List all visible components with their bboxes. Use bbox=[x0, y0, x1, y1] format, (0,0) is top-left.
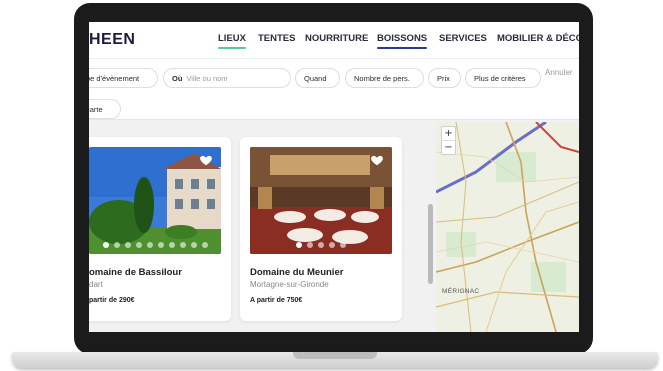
carousel-dot[interactable] bbox=[157, 242, 164, 248]
nav-item-boissons[interactable]: BOISSONS bbox=[377, 33, 428, 49]
map-toggle-button[interactable]: carte bbox=[89, 99, 121, 119]
carousel-dot[interactable] bbox=[201, 242, 208, 248]
carousel-dot[interactable] bbox=[102, 242, 109, 248]
carousel-dot[interactable] bbox=[307, 242, 313, 248]
map-place-label: MÉRIGNAC bbox=[442, 288, 480, 295]
results-scrollbar-thumb[interactable] bbox=[428, 204, 433, 284]
results-map[interactable]: + − MÉRIGNAC bbox=[436, 122, 579, 332]
laptop-notch bbox=[293, 352, 377, 359]
carousel-dot[interactable] bbox=[135, 242, 142, 248]
nav-item-services[interactable]: SERVICES bbox=[439, 33, 487, 44]
venue-price: partir de 290€ bbox=[89, 297, 135, 304]
price-filter[interactable]: Prix bbox=[428, 68, 461, 88]
nav-item-nourriture[interactable]: NOURRITURE bbox=[305, 33, 368, 44]
map-tiles bbox=[436, 122, 579, 332]
venue-title[interactable]: Domaine du Meunier bbox=[250, 267, 343, 278]
favorite-heart-icon[interactable] bbox=[370, 153, 384, 167]
carousel-dot[interactable] bbox=[190, 242, 197, 248]
carousel-dot[interactable] bbox=[113, 242, 120, 248]
event-type-filter[interactable]: pe d'évènement bbox=[89, 68, 158, 88]
nav-item-mobilier-deco[interactable]: MOBILIER & DÉCO bbox=[497, 33, 579, 44]
venue-photo[interactable] bbox=[250, 147, 392, 254]
venue-location: Mortagne-sur-Gironde bbox=[250, 280, 329, 289]
venue-card[interactable]: omaine de Bassilour dart partir de 290€ bbox=[89, 137, 231, 321]
photo-carousel-dots bbox=[89, 242, 221, 248]
nav-item-lieux[interactable]: LIEUX bbox=[218, 33, 246, 49]
carousel-dot[interactable] bbox=[124, 242, 131, 248]
guests-filter[interactable]: Nombre de pers. bbox=[345, 68, 424, 88]
venue-photo[interactable] bbox=[89, 147, 221, 254]
favorite-heart-icon[interactable] bbox=[199, 153, 213, 167]
cancel-filters-link[interactable]: Annuler bbox=[545, 68, 573, 77]
map-zoom-control: + − bbox=[441, 126, 456, 155]
carousel-dot[interactable] bbox=[340, 242, 346, 248]
nav-active-underline bbox=[377, 47, 428, 49]
venue-card[interactable]: Domaine du Meunier Mortagne-sur-Gironde … bbox=[240, 137, 402, 321]
site-logo[interactable]: HEEN bbox=[89, 31, 135, 49]
carousel-dot[interactable] bbox=[329, 242, 335, 248]
more-criteria-button[interactable]: Plus de critères bbox=[465, 68, 541, 88]
location-search-input[interactable]: Où Ville ou nom bbox=[163, 68, 291, 88]
date-filter[interactable]: Quand bbox=[295, 68, 340, 88]
venue-price: A partir de 750€ bbox=[250, 297, 303, 304]
venue-location: dart bbox=[89, 280, 103, 289]
site-header: HEEN LIEUX TENTES NOURRITURE BOISSONS SE… bbox=[89, 22, 579, 59]
venue-title[interactable]: omaine de Bassilour bbox=[89, 267, 182, 278]
browser-screen: HEEN LIEUX TENTES NOURRITURE BOISSONS SE… bbox=[89, 22, 579, 332]
filter-bar: pe d'évènement Où Ville ou nom Quand Nomb… bbox=[89, 59, 579, 120]
carousel-dot[interactable] bbox=[146, 242, 153, 248]
zoom-in-button[interactable]: + bbox=[442, 127, 455, 141]
carousel-dot[interactable] bbox=[318, 242, 324, 248]
nav-item-tentes[interactable]: TENTES bbox=[258, 33, 295, 44]
carousel-dot[interactable] bbox=[296, 242, 302, 248]
zoom-out-button[interactable]: − bbox=[442, 141, 455, 154]
carousel-dot[interactable] bbox=[168, 242, 175, 248]
carousel-dot[interactable] bbox=[179, 242, 186, 248]
nav-active-underline bbox=[218, 47, 246, 49]
photo-carousel-dots bbox=[250, 242, 392, 248]
